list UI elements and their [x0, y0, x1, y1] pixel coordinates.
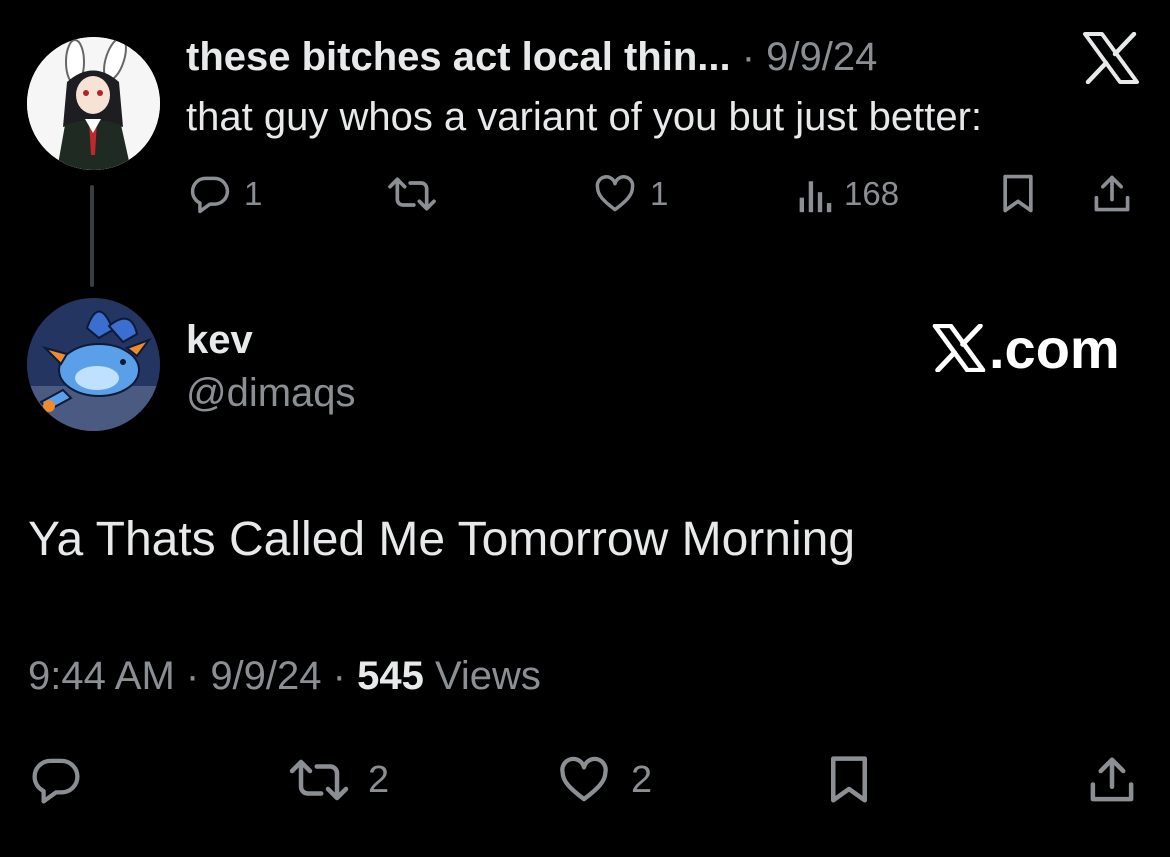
share-icon: [1094, 175, 1130, 212]
thread-connector-line: [90, 185, 94, 287]
repost-button[interactable]: 2: [286, 753, 389, 807]
parent-tweet-text: that guy whos a variant of you but just …: [186, 95, 983, 139]
reply-icon: [32, 758, 80, 804]
bookmark-icon: [831, 756, 867, 803]
parent-display-name[interactable]: these bitches act local thin...: [186, 35, 731, 79]
views-count[interactable]: 545: [357, 654, 424, 698]
share-button[interactable]: [1084, 753, 1140, 807]
like-icon: [595, 175, 635, 212]
parent-repost-button[interactable]: [386, 172, 450, 216]
header-separator: ·: [741, 35, 756, 79]
parent-date[interactable]: 9/9/24: [766, 35, 877, 79]
tweet-date[interactable]: 9/9/24: [210, 654, 321, 698]
x-logo-icon: [932, 324, 986, 372]
author-handle[interactable]: @dimaqs: [186, 369, 356, 417]
reply-button[interactable]: [28, 753, 100, 807]
repost-count: 2: [368, 758, 390, 801]
x-com-watermark: .com: [932, 316, 1120, 380]
anime-avatar-image: [27, 37, 160, 170]
like-count: 2: [631, 758, 653, 801]
author-display-name[interactable]: kev: [186, 316, 253, 364]
bookmark-button[interactable]: [824, 753, 874, 807]
parent-header: these bitches act local thin... · 9/9/24: [186, 33, 877, 81]
tweet-text: Ya Thats Called Me Tomorrow Morning: [28, 513, 856, 566]
like-icon: [560, 756, 608, 802]
parent-share-button[interactable]: [1090, 172, 1134, 216]
views-label: Views: [423, 654, 541, 698]
parent-views-button[interactable]: 168: [796, 172, 899, 216]
parent-like-button[interactable]: 1: [592, 172, 668, 216]
repost-icon: [289, 759, 349, 801]
parent-views-count: 168: [844, 175, 900, 212]
parent-avatar[interactable]: [27, 37, 160, 170]
author-avatar[interactable]: [27, 298, 160, 431]
parent-reply-count: 1: [244, 175, 263, 212]
meta-separator: ·: [321, 654, 358, 698]
meta-separator: ·: [174, 654, 211, 698]
tweet-time[interactable]: 9:44 AM: [28, 654, 175, 698]
views-icon: [799, 181, 832, 213]
parent-like-count: 1: [650, 175, 669, 212]
like-button[interactable]: 2: [553, 753, 652, 807]
tweet-meta: 9:44 AM · 9/9/24 · 545 Views: [28, 652, 541, 700]
reply-icon: [190, 176, 230, 214]
parent-bookmark-button[interactable]: [998, 172, 1038, 216]
brand-domain-text: .com: [989, 316, 1120, 380]
repost-icon: [388, 177, 436, 211]
share-icon: [1090, 757, 1134, 802]
creature-avatar-image: [27, 298, 160, 431]
parent-reply-button[interactable]: 1: [188, 172, 262, 216]
x-logo-icon[interactable]: [1082, 31, 1140, 85]
bookmark-icon: [1003, 174, 1033, 213]
